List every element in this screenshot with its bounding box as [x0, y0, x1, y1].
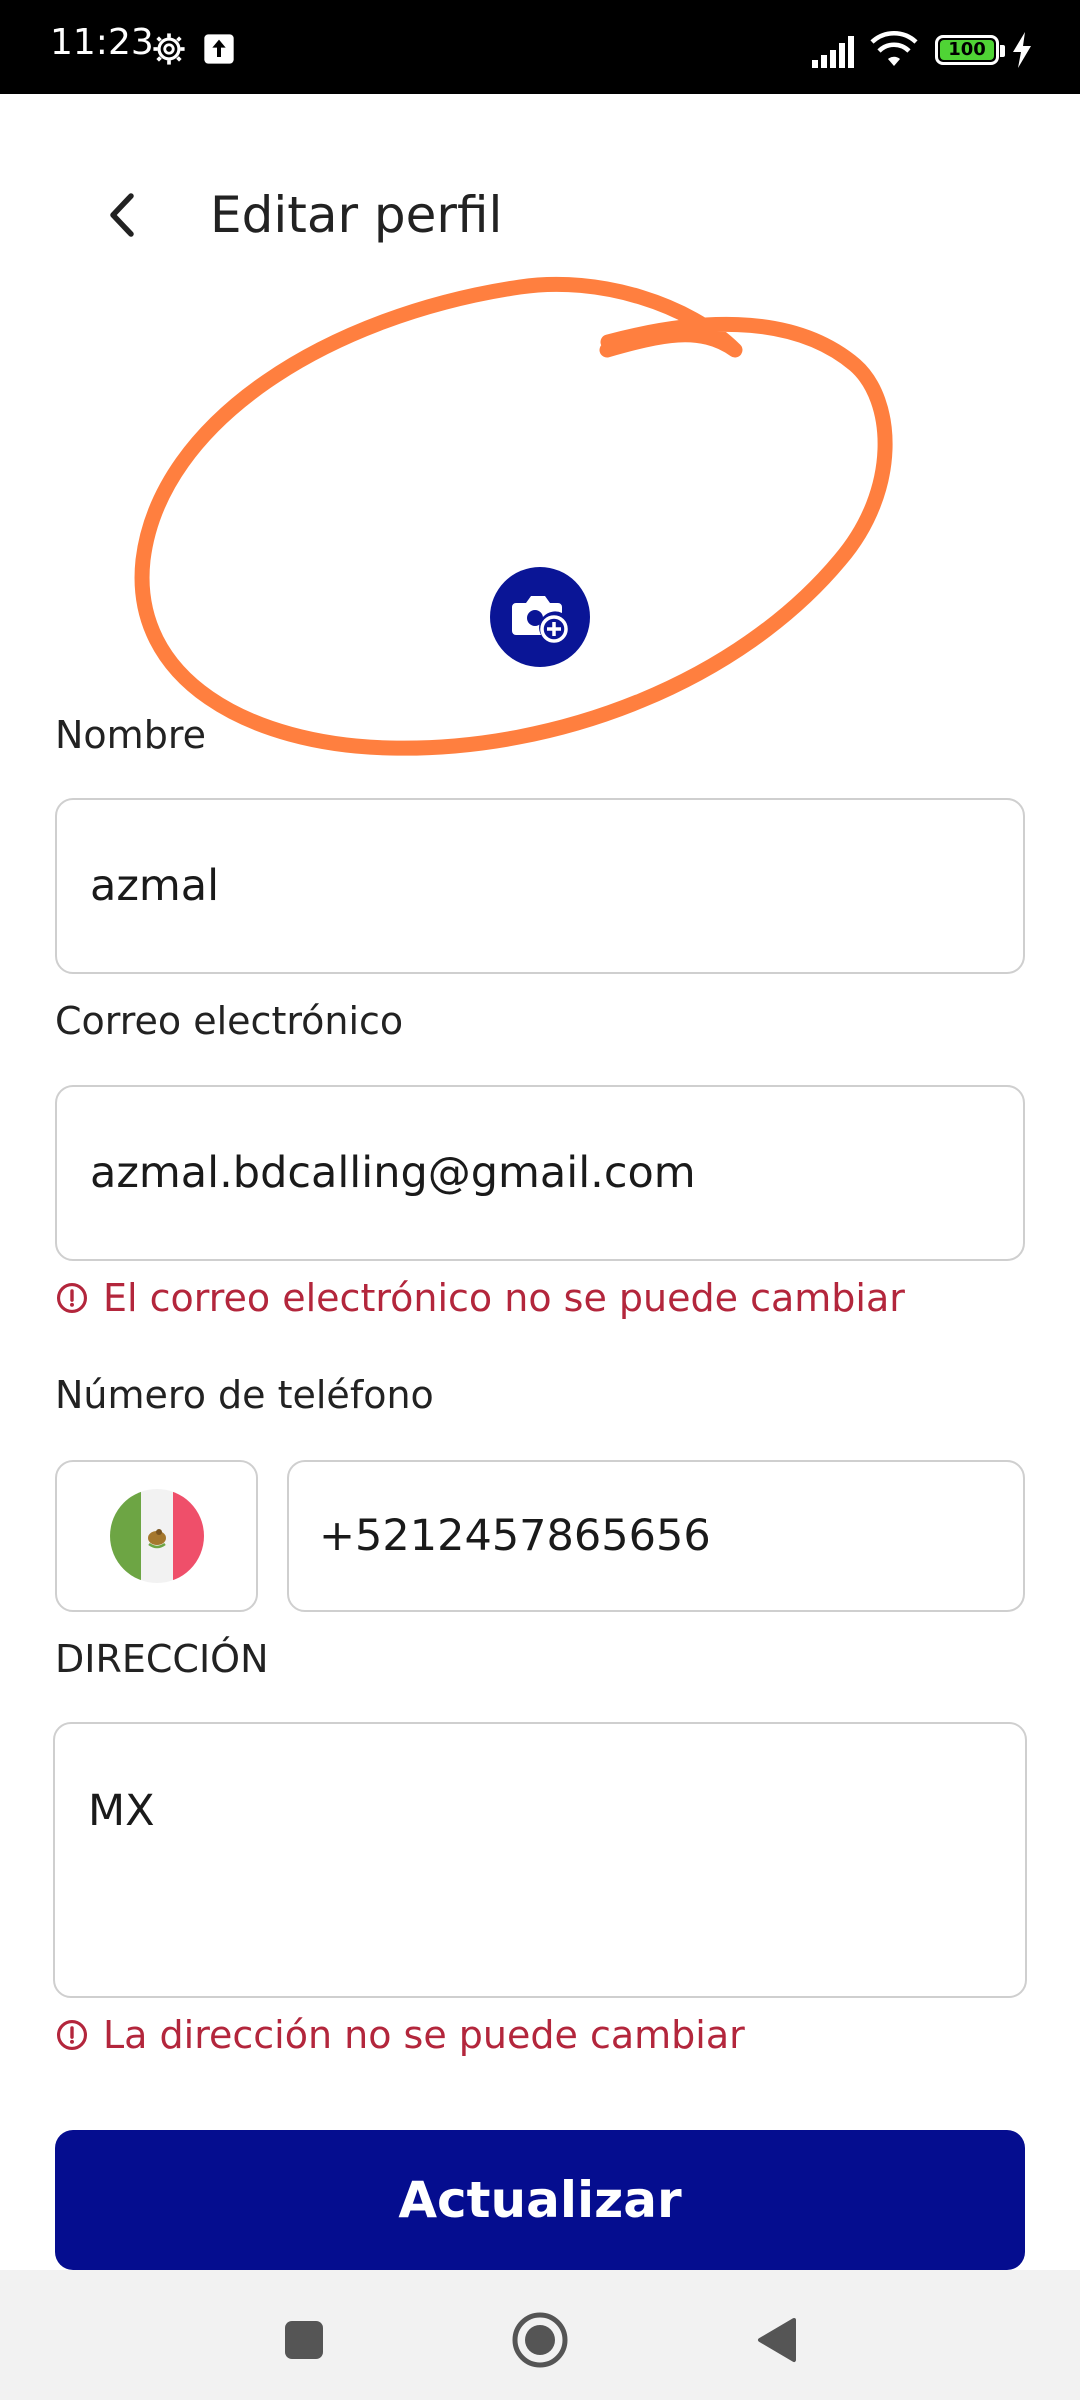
- back-nav-button[interactable]: [736, 2300, 816, 2380]
- charging-bolt-icon: [1013, 32, 1031, 68]
- country-code-selector[interactable]: [55, 1460, 258, 1612]
- system-nav-bar: [0, 2270, 1080, 2400]
- address-label: DIRECCIÓN: [55, 1637, 269, 1681]
- home-button[interactable]: [500, 2300, 580, 2380]
- battery-tip: [1000, 45, 1005, 57]
- camera-plus-icon: [512, 596, 568, 643]
- avatar-upload-button[interactable]: [490, 567, 590, 667]
- phone-label: Número de teléfono: [55, 1373, 434, 1417]
- wifi-icon: [870, 31, 918, 66]
- update-button[interactable]: Actualizar: [55, 2130, 1025, 2270]
- triangle-back-icon: [758, 2318, 796, 2362]
- email-error: El correo electrónico no se puede cambia…: [55, 1276, 905, 1320]
- settings-gear-icon: [153, 33, 185, 65]
- phone-input[interactable]: +5212457865656: [287, 1460, 1025, 1612]
- email-label: Correo electrónico: [55, 999, 404, 1043]
- status-bar: 11:23 100: [0, 0, 1080, 94]
- mexico-flag-icon: [109, 1489, 204, 1583]
- exclamation-circle-icon: [56, 2019, 88, 2051]
- signal-icon: [812, 36, 854, 68]
- address-error-text: La dirección no se puede cambiar: [103, 2013, 745, 2057]
- upload-icon: [204, 34, 234, 64]
- name-input[interactable]: azmal: [55, 798, 1025, 974]
- status-time: 11:23: [50, 22, 154, 63]
- address-input[interactable]: MX: [53, 1722, 1027, 1998]
- square-icon: [285, 2321, 323, 2359]
- back-button[interactable]: [88, 180, 158, 250]
- recent-apps-button[interactable]: [264, 2300, 344, 2380]
- name-label: Nombre: [55, 713, 206, 757]
- exclamation-circle-icon: [56, 1282, 88, 1314]
- chevron-left-icon: [110, 193, 134, 237]
- email-error-text: El correo electrónico no se puede cambia…: [103, 1276, 905, 1320]
- battery-icon: 100: [935, 35, 999, 65]
- battery-level: 100: [948, 39, 986, 60]
- email-input[interactable]: azmal.bdcalling@gmail.com: [55, 1085, 1025, 1261]
- page-title: Editar perfil: [210, 186, 503, 244]
- address-error: La dirección no se puede cambiar: [55, 2013, 745, 2057]
- annotation-scribble: [134, 276, 893, 756]
- circle-home-icon: [512, 2312, 568, 2368]
